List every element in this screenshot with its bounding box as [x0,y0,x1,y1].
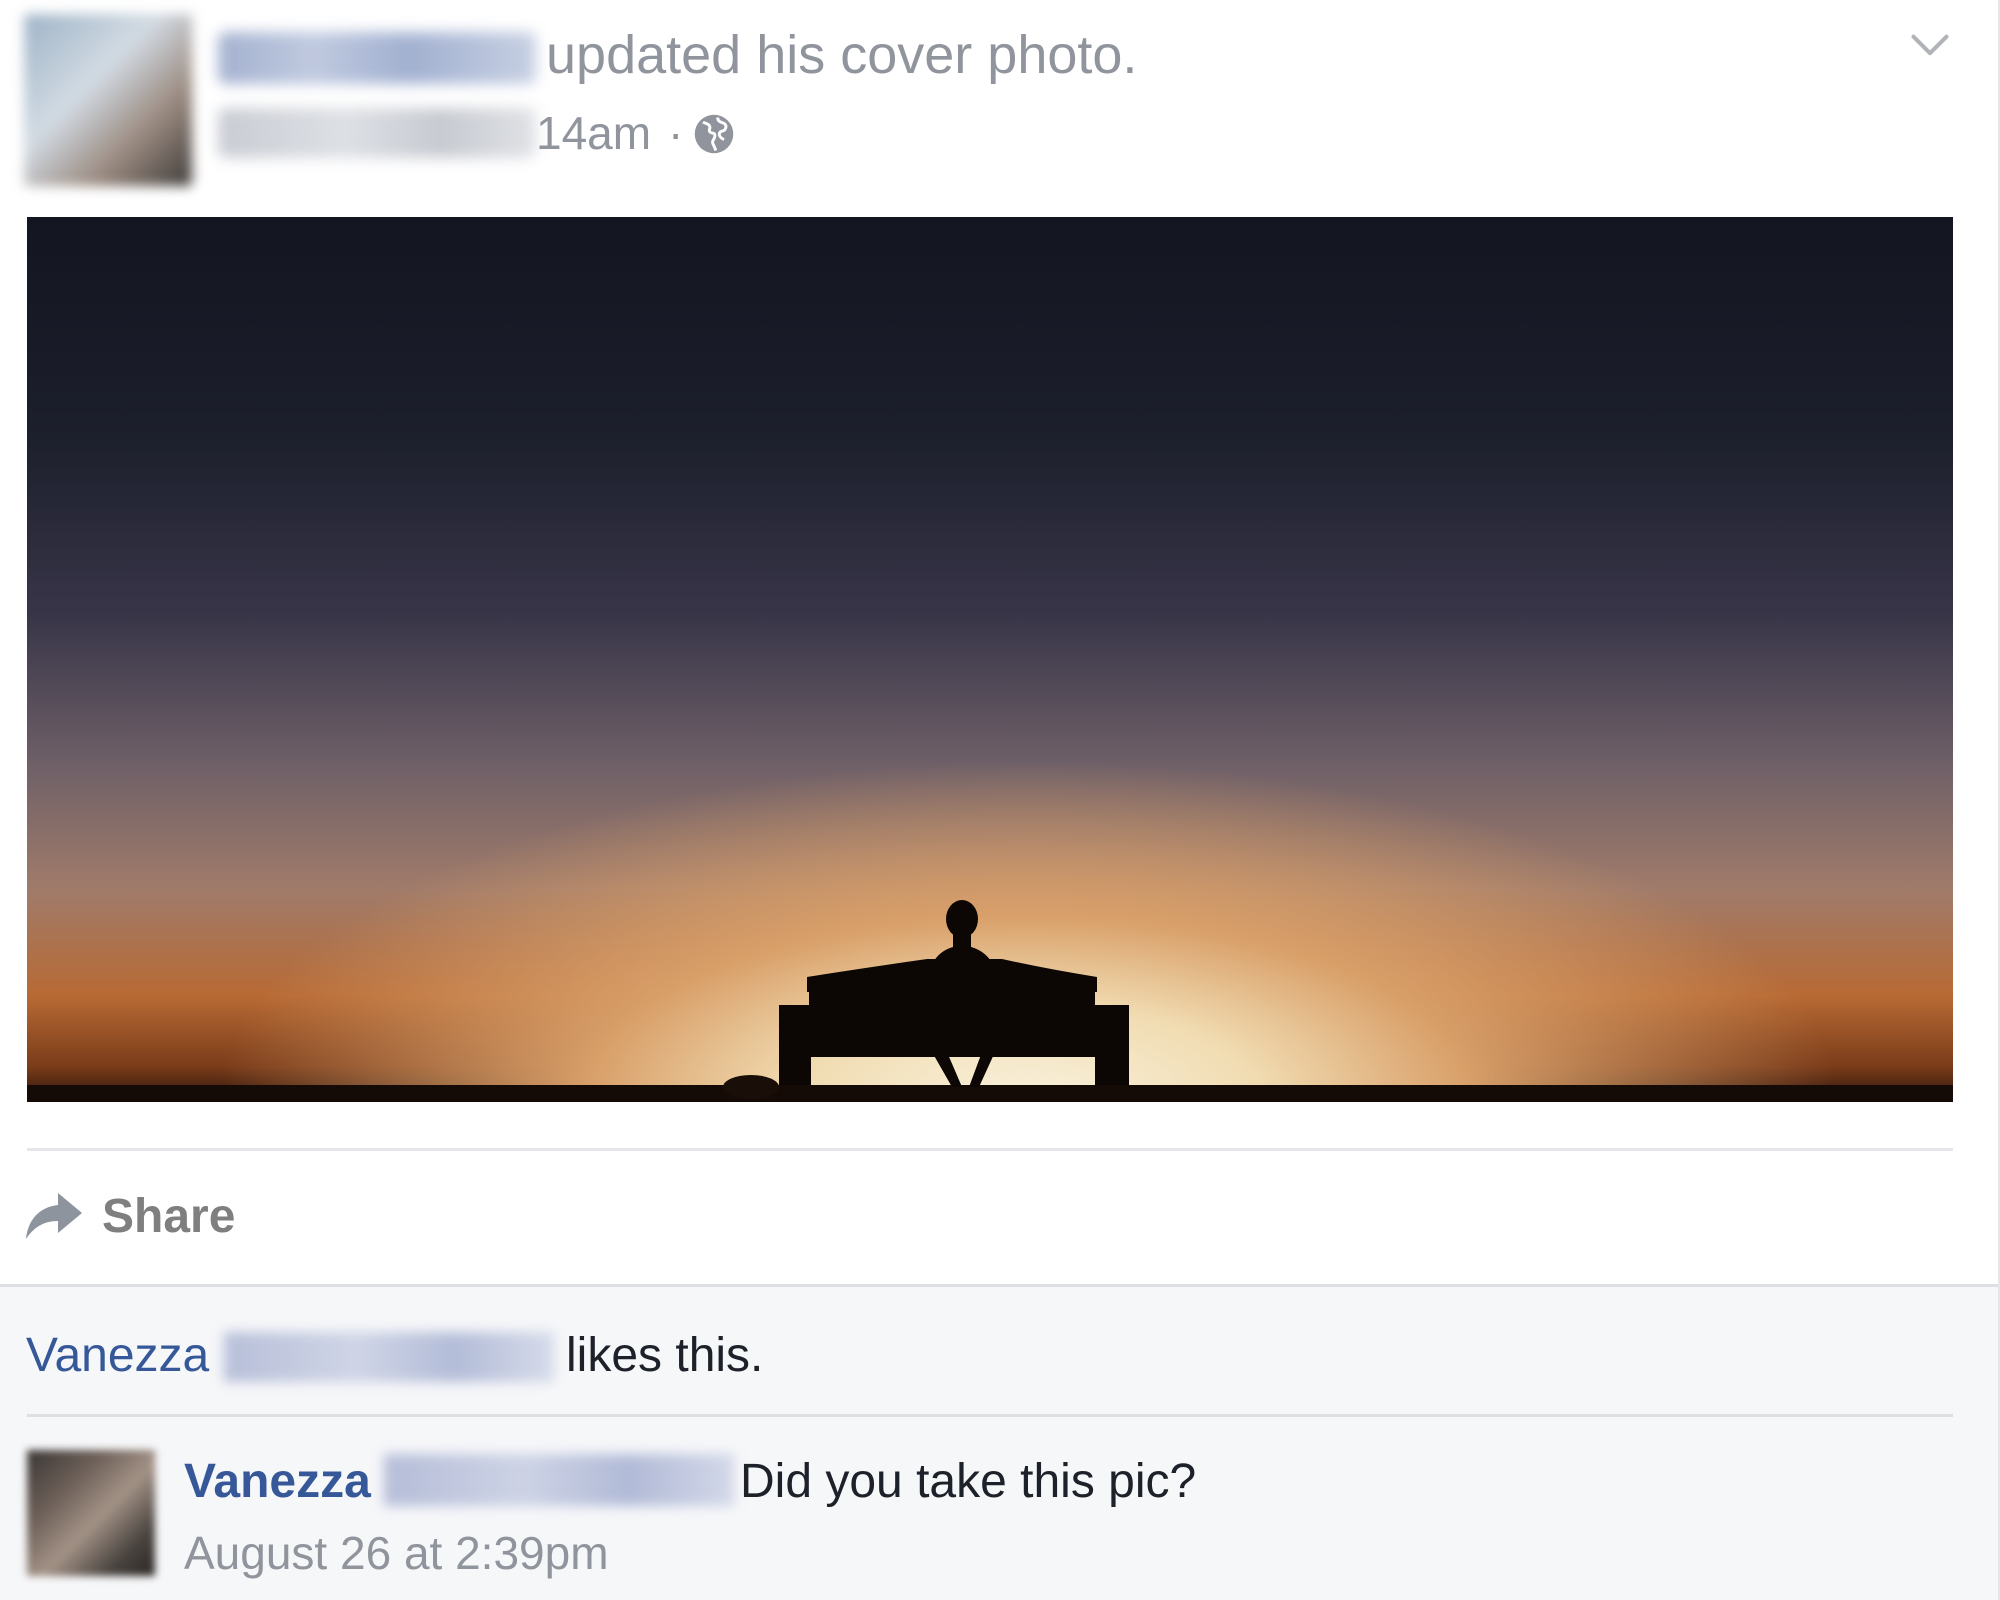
globe-icon[interactable] [692,112,736,156]
commenter-name-link[interactable]: Vanezza [184,1454,371,1509]
post-action-text: updated his cover photo. [546,25,1138,85]
post-timestamp[interactable]: 14am [536,106,651,160]
likes-divider [27,1414,1953,1417]
chevron-down-icon[interactable] [1908,22,1952,66]
post-date-redacted [218,108,536,158]
share-label: Share [102,1189,236,1243]
cover-photo-post: updated his cover photo. 14am · Share Va… [0,0,2000,1600]
bench-silhouette-image [27,900,1953,1102]
cover-photo-image[interactable] [27,217,1953,1102]
liker-name-link[interactable]: Vanezza [26,1328,209,1383]
actions-divider [27,1148,1953,1151]
share-arrow-icon [26,1193,82,1239]
likes-suffix: likes this. [566,1329,764,1382]
poster-name-redacted[interactable] [218,32,536,84]
poster-avatar[interactable] [24,14,192,186]
timestamp-separator: · [668,107,684,159]
comment-timestamp[interactable]: August 26 at 2:39pm [184,1526,609,1580]
comment-text: Did you take this pic? [740,1455,1197,1508]
commenter-surname-redacted[interactable] [384,1454,734,1506]
liker-surname-redacted[interactable] [224,1332,554,1382]
commenter-avatar[interactable] [27,1450,155,1576]
share-button[interactable]: Share [24,1186,235,1246]
